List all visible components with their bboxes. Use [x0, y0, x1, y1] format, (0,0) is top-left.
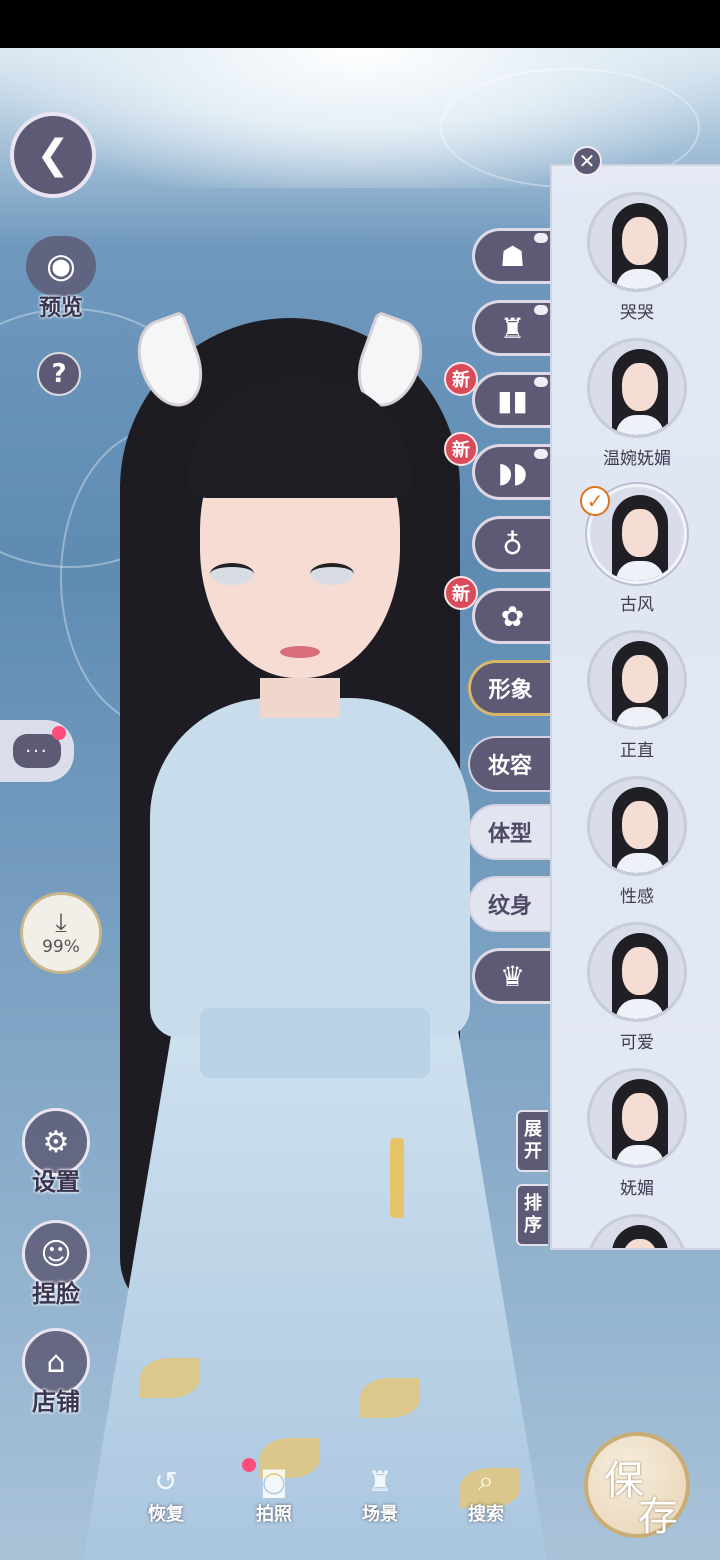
tab-accessory[interactable]: ♁: [472, 516, 550, 572]
download-button[interactable]: ⤓ 99%: [20, 892, 102, 974]
preset-item[interactable]: 正直: [552, 630, 720, 776]
preset-label: 妩媚: [620, 1179, 654, 1199]
preset-item[interactable]: 可爱: [552, 922, 720, 1068]
character-mouth: [280, 646, 320, 658]
paw-icon: [534, 233, 548, 243]
face-edit-label: 捏脸: [32, 1279, 80, 1308]
character-eye-left: [210, 563, 254, 585]
preset-label: 古风: [620, 595, 654, 615]
shoes-icon: ◗◗: [497, 455, 528, 489]
preset-portrait: [587, 776, 687, 876]
pendant-icon: ✿: [500, 599, 525, 633]
download-progress: 99%: [42, 937, 80, 957]
preset-portrait: [587, 338, 687, 438]
tab-tattoo[interactable]: 纹身: [468, 876, 550, 932]
bell-accessory-icon: ♁: [502, 527, 523, 561]
expand-char-2: 开: [524, 1141, 542, 1162]
back-button[interactable]: ❮: [10, 112, 96, 198]
tab-hair[interactable]: ☗: [472, 228, 550, 284]
preview-label: 预览: [38, 295, 83, 321]
expand-button[interactable]: 展 开: [516, 1110, 548, 1172]
character-dress-top: [150, 698, 470, 1038]
preset-item[interactable]: [552, 1214, 720, 1248]
preset-item[interactable]: 温婉妩媚: [552, 338, 720, 484]
preset-item-selected[interactable]: ✓ 古风: [552, 484, 720, 630]
outfit-icon: ♜: [499, 311, 526, 345]
butterfly-back-icon: ❮: [36, 132, 70, 178]
tab-pendant[interactable]: ✿: [472, 588, 550, 644]
preset-portrait: [587, 1068, 687, 1168]
scene-button[interactable]: ♜ 场景: [340, 1462, 420, 1526]
search-icon: ⌕: [478, 1464, 494, 1497]
save-char-2: 存: [638, 1494, 678, 1540]
notification-dot: [52, 726, 66, 740]
socks-icon: ▮▮: [497, 383, 528, 417]
character-sash: [200, 1008, 430, 1078]
settings-label: 设置: [32, 1167, 80, 1196]
leaf-pattern: [360, 1378, 420, 1418]
leaf-pattern: [140, 1358, 200, 1398]
scene-icon: ♜: [367, 1464, 393, 1498]
tab-body[interactable]: 体型: [468, 804, 550, 860]
preset-label: 性感: [620, 887, 654, 907]
preset-label: 哭哭: [620, 303, 654, 323]
restore-button[interactable]: ↺ 恢复: [126, 1462, 206, 1526]
restore-label: 恢复: [148, 1504, 184, 1525]
eye-icon: ◉: [26, 236, 96, 296]
preset-label: 可爱: [620, 1033, 654, 1053]
search-button[interactable]: ⌕ 搜索: [446, 1462, 526, 1526]
check-icon: ✓: [580, 486, 610, 516]
download-icon: ⤓: [55, 908, 67, 938]
preset-portrait: [587, 192, 687, 292]
expand-char-1: 展: [524, 1119, 542, 1140]
tab-appearance[interactable]: 形象: [468, 660, 550, 716]
settings-button[interactable]: ⚙ 设置: [18, 1108, 94, 1197]
preset-label: 正直: [620, 741, 654, 761]
sort-char-2: 序: [524, 1215, 542, 1236]
paw-icon: [534, 305, 548, 315]
preset-portrait: [587, 630, 687, 730]
character-tassel: [390, 1138, 404, 1218]
status-bar: [0, 0, 720, 48]
shop-label: 店铺: [32, 1387, 80, 1416]
sort-char-1: 排: [524, 1193, 542, 1214]
tab-shoes[interactable]: ◗◗: [472, 444, 550, 500]
help-button[interactable]: ?: [37, 352, 81, 396]
tab-makeup[interactable]: 妆容: [468, 736, 550, 792]
paw-icon: [534, 449, 548, 459]
sort-button[interactable]: 排 序: [516, 1184, 548, 1246]
restore-icon: ↺: [154, 1464, 178, 1498]
preset-portrait: [587, 1214, 687, 1248]
tab-outfit[interactable]: ♜: [472, 300, 550, 356]
preview-button[interactable]: ◉ 预览: [22, 236, 100, 322]
panel-close-button[interactable]: ✕: [572, 146, 602, 176]
preset-label: 温婉妩媚: [603, 449, 671, 469]
makeup-preset-panel[interactable]: 哭哭 温婉妩媚 ✓ 古风 正直 性感 可爱 妩媚: [550, 164, 720, 1250]
photo-label: 拍照: [256, 1504, 292, 1525]
search-label: 搜索: [468, 1504, 504, 1525]
preset-item[interactable]: 妩媚: [552, 1068, 720, 1214]
scene-label: 场景: [362, 1504, 398, 1525]
preset-item[interactable]: 性感: [552, 776, 720, 922]
chat-button[interactable]: ···: [0, 720, 74, 782]
hair-icon: ☗: [499, 239, 526, 273]
save-button[interactable]: 保 存: [584, 1432, 690, 1540]
camera-icon: ◙: [260, 1464, 288, 1498]
paw-icon: [534, 377, 548, 387]
character-eye-right: [310, 563, 354, 585]
preset-item[interactable]: 哭哭: [552, 192, 720, 338]
preset-portrait: [587, 922, 687, 1022]
face-edit-button[interactable]: ☺ 捏脸: [18, 1220, 94, 1309]
tab-extra[interactable]: ♛: [472, 948, 550, 1004]
character-neck: [260, 678, 340, 718]
shop-button[interactable]: ⌂ 店铺: [18, 1328, 94, 1417]
character-model[interactable]: [60, 310, 580, 1560]
hat-icon: ♛: [499, 959, 526, 993]
photo-button[interactable]: ◙ 拍照: [234, 1462, 314, 1526]
tab-socks[interactable]: ▮▮: [472, 372, 550, 428]
chat-icon: ···: [13, 734, 61, 768]
